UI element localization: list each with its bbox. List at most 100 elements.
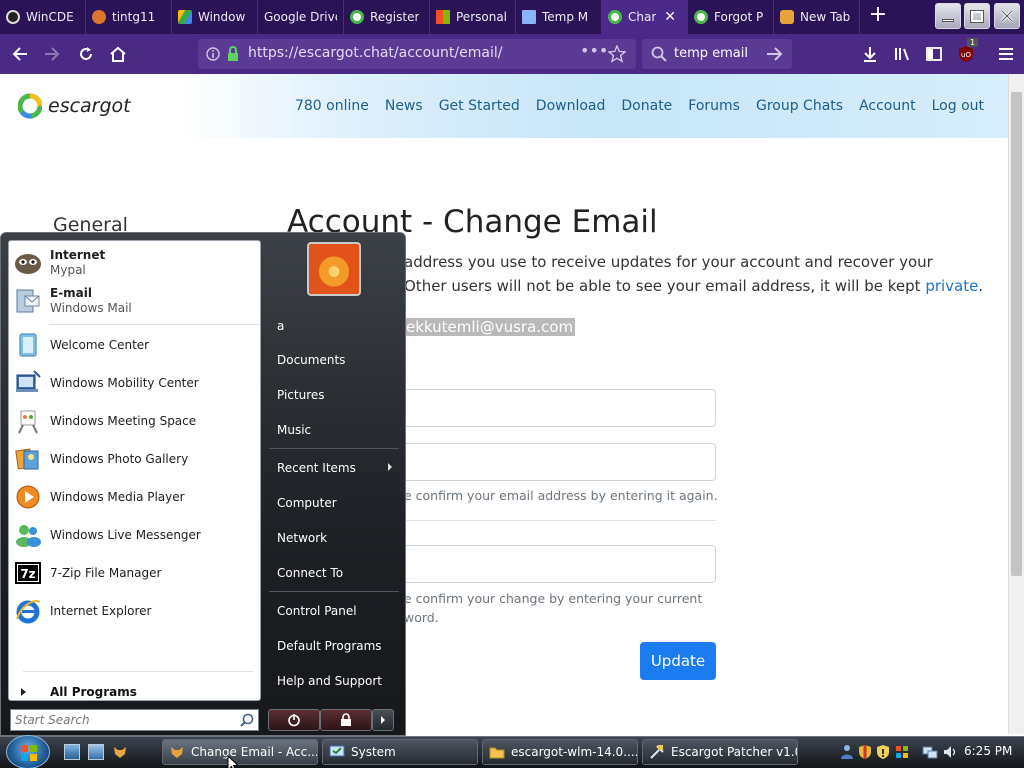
library-button[interactable]: [890, 42, 914, 66]
bookmark-star-icon[interactable]: [608, 45, 626, 63]
site-logo[interactable]: escargot: [18, 92, 131, 120]
nav-online-count[interactable]: 780 online: [295, 98, 369, 114]
switch-windows-icon[interactable]: [88, 744, 104, 760]
start-item-help-support[interactable]: Help and Support: [277, 674, 382, 688]
reload-icon: [80, 47, 92, 60]
sidebar-button[interactable]: [922, 42, 946, 66]
pinned-email[interactable]: E-mail Windows Mail: [13, 283, 257, 319]
forward-button[interactable]: [40, 42, 64, 66]
nav-log-out[interactable]: Log out: [932, 98, 984, 114]
nav-download[interactable]: Download: [536, 98, 606, 114]
taskbar-clock[interactable]: 6:25 PM: [964, 744, 1012, 758]
tab-change-email[interactable]: Char ✕: [602, 0, 688, 34]
minimize-button[interactable]: [935, 3, 961, 29]
address-bar[interactable]: https://escargot.chat/account/email/ •••: [198, 39, 636, 69]
nav-donate[interactable]: Donate: [621, 98, 672, 114]
chevron-right-icon: [381, 716, 385, 724]
description-text: Other users will not be able to see your…: [404, 277, 926, 295]
nav-forums[interactable]: Forums: [688, 98, 740, 114]
new-email-input[interactable]: [396, 389, 716, 427]
new-tab-button[interactable]: +: [866, 4, 890, 28]
taskbar-item-folder[interactable]: escargot-wlm-14.0....: [482, 739, 638, 765]
start-item-documents[interactable]: Documents: [277, 353, 345, 367]
page-actions-icon[interactable]: •••: [580, 41, 608, 60]
start-item-network[interactable]: Network: [277, 531, 327, 545]
start-search-input[interactable]: Start Search: [10, 709, 259, 731]
user-picture[interactable]: [307, 242, 361, 296]
tab-tintg11[interactable]: tintg11: [86, 0, 172, 34]
tab-personal[interactable]: Personal: [430, 0, 516, 34]
start-item-recent-items[interactable]: Recent Items: [277, 461, 356, 475]
ublock-button[interactable]: uO 1: [954, 38, 979, 66]
menu-button[interactable]: [994, 42, 1018, 66]
tab-window[interactable]: Window: [172, 0, 258, 34]
site-nav: 780 online News Get Started Download Don…: [295, 98, 984, 114]
search-bar[interactable]: temp email: [642, 39, 792, 69]
tab-temp-mail[interactable]: Temp M: [516, 0, 602, 34]
update-button[interactable]: Update: [640, 642, 716, 680]
lock-button[interactable]: [320, 709, 372, 731]
private-link[interactable]: private: [925, 277, 978, 295]
start-item-default-programs[interactable]: Default Programs: [277, 639, 382, 653]
taskbar-item-system[interactable]: System: [322, 739, 478, 765]
fox-icon[interactable]: [112, 744, 128, 760]
tab-new-tab[interactable]: New Tab: [774, 0, 860, 34]
taskbar-item-patcher[interactable]: Escargot Patcher v1.0: [642, 739, 798, 765]
pinned-internet[interactable]: Internet Mypal: [13, 245, 257, 281]
program-windows-mobility-center[interactable]: Windows Mobility Center: [13, 365, 257, 401]
close-window-button[interactable]: [994, 3, 1020, 29]
program-7zip-file-manager[interactable]: 7z 7-Zip File Manager: [13, 555, 257, 591]
power-button[interactable]: [268, 709, 320, 731]
tab-wincde[interactable]: WinCDE: [0, 0, 86, 34]
volume-icon[interactable]: [942, 744, 958, 760]
start-item-computer[interactable]: Computer: [277, 496, 337, 510]
start-item-music[interactable]: Music: [277, 423, 311, 437]
program-windows-live-messenger[interactable]: Windows Live Messenger: [13, 517, 257, 553]
show-desktop-icon[interactable]: [64, 744, 80, 760]
tab-google-drive[interactable]: Google Drive: [258, 0, 344, 34]
shield-warning-icon[interactable]: [876, 744, 890, 760]
search-go-arrow-icon[interactable]: [766, 46, 784, 62]
program-internet-explorer[interactable]: Internet Explorer: [13, 593, 257, 629]
nav-account[interactable]: Account: [859, 98, 916, 114]
start-item-control-panel[interactable]: Control Panel: [277, 604, 357, 618]
all-programs-button[interactable]: All Programs: [21, 685, 137, 699]
program-welcome-center[interactable]: Welcome Center: [13, 327, 257, 363]
close-tab-icon[interactable]: ✕: [664, 9, 676, 25]
start-item-pictures[interactable]: Pictures: [277, 388, 325, 402]
windows-logo-icon: [21, 745, 37, 761]
reload-button[interactable]: [74, 42, 98, 66]
program-windows-media-player[interactable]: Windows Media Player: [13, 479, 257, 515]
password-input[interactable]: [396, 545, 716, 583]
program-windows-meeting-space[interactable]: Windows Meeting Space: [13, 403, 257, 439]
network-icon[interactable]: [922, 744, 938, 760]
shutdown-options-button[interactable]: [372, 709, 394, 731]
start-button[interactable]: [6, 735, 50, 768]
nav-group-chats[interactable]: Group Chats: [756, 98, 843, 114]
confirm-email-input[interactable]: [396, 443, 716, 481]
program-label: Windows Live Messenger: [50, 527, 201, 542]
windows-flag-icon[interactable]: [894, 744, 910, 760]
escargot-logo-icon: [18, 93, 42, 119]
security-shield-icon[interactable]: [858, 744, 872, 760]
program-windows-photo-gallery[interactable]: Windows Photo Gallery: [13, 441, 257, 477]
password-help-line-2: word.: [404, 610, 439, 625]
taskbar-item-browser[interactable]: Change Email - Acc...: [162, 739, 318, 765]
tab-register[interactable]: Register: [344, 0, 430, 34]
home-button[interactable]: [106, 42, 130, 66]
back-button[interactable]: [8, 42, 32, 66]
tab-title: Temp M: [542, 10, 589, 24]
maximize-button[interactable]: [964, 3, 990, 29]
nav-get-started[interactable]: Get Started: [439, 98, 520, 114]
page-scrollbar[interactable]: [1008, 74, 1024, 734]
search-text: temp email: [674, 46, 748, 61]
scrollbar-thumb[interactable]: [1011, 92, 1022, 576]
nav-news[interactable]: News: [385, 98, 423, 114]
svg-text:uO: uO: [961, 51, 971, 59]
start-item-user-folder[interactable]: a: [277, 319, 284, 333]
tab-forgot-password[interactable]: Forgot P: [688, 0, 774, 34]
people-icon[interactable]: [840, 744, 854, 760]
start-item-connect-to[interactable]: Connect To: [277, 566, 343, 580]
pinned-internet-subtitle: Mypal: [50, 263, 86, 277]
downloads-button[interactable]: [858, 42, 882, 66]
